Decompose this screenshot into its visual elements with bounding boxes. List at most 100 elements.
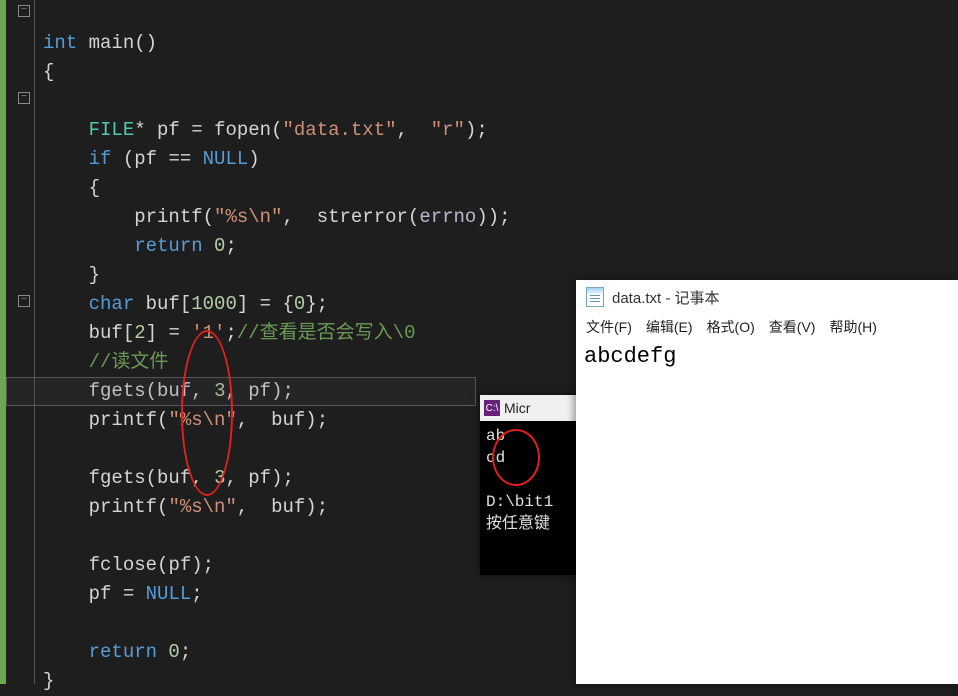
macro: errno <box>419 206 476 228</box>
op: = <box>180 119 214 141</box>
string: "data.txt" <box>282 119 396 141</box>
comma: , <box>237 409 271 431</box>
editor-gutter: − − − <box>0 0 35 684</box>
console-line: ab <box>486 427 505 445</box>
identifier: buf <box>157 467 191 489</box>
fold-minus-icon[interactable]: − <box>18 5 30 17</box>
paren: ( <box>203 206 214 228</box>
number: 0 <box>294 293 305 315</box>
code-area[interactable]: int main() { FILE* pf = fopen("data.txt"… <box>35 0 511 684</box>
paren: ); <box>305 496 328 518</box>
number: 0 <box>214 235 225 257</box>
type: FILE <box>43 119 134 141</box>
paren: ); <box>305 409 328 431</box>
console-window[interactable]: C:\ Micr ab cd D:\bit1 按任意键 <box>480 395 580 575</box>
function-call: strerror <box>317 206 408 228</box>
keyword: return <box>43 641 168 663</box>
identifier: pf <box>157 119 180 141</box>
menu-edit[interactable]: 编辑(E) <box>646 317 693 337</box>
number: 2 <box>134 322 145 344</box>
identifier: buf <box>271 496 305 518</box>
function-call: printf <box>43 496 157 518</box>
identifier: pf <box>134 148 157 170</box>
notepad-title-text: data.txt - 记事本 <box>612 287 720 308</box>
keyword: if <box>43 148 123 170</box>
paren: ); <box>191 554 214 576</box>
brace: } <box>43 264 100 286</box>
parens: () <box>134 32 157 54</box>
paren: ( <box>157 496 168 518</box>
op: * <box>134 119 157 141</box>
null: NULL <box>203 148 249 170</box>
identifier: pf <box>248 467 271 489</box>
function-call: fopen <box>214 119 271 141</box>
keyword: int <box>43 32 77 54</box>
comma: , <box>191 467 214 489</box>
fold-minus-icon[interactable]: − <box>18 295 30 307</box>
notepad-content[interactable]: abcdefg <box>576 340 958 373</box>
string: "%s\n" <box>214 206 282 228</box>
identifier: pf <box>43 583 111 605</box>
paren: ) <box>248 148 259 170</box>
string: "%s\n" <box>168 496 236 518</box>
menu-file[interactable]: 文件(F) <box>586 317 632 337</box>
brace: }; <box>305 293 328 315</box>
null: NULL <box>146 583 192 605</box>
number: 1000 <box>191 293 237 315</box>
notepad-window[interactable]: data.txt - 记事本 文件(F) 编辑(E) 格式(O) 查看(V) 帮… <box>576 280 958 684</box>
semi: ; <box>180 641 191 663</box>
notepad-menubar[interactable]: 文件(F) 编辑(E) 格式(O) 查看(V) 帮助(H) <box>576 314 958 340</box>
comment: //读文件 <box>43 351 168 373</box>
paren: ( <box>271 119 282 141</box>
menu-format[interactable]: 格式(O) <box>707 317 755 337</box>
keyword: return <box>43 235 214 257</box>
paren: ); <box>271 467 294 489</box>
function-name: main <box>77 32 134 54</box>
comma: , <box>282 206 316 228</box>
function-call: printf <box>43 206 203 228</box>
function-call: fgets <box>43 467 146 489</box>
paren: ( <box>408 206 419 228</box>
paren: ( <box>123 148 134 170</box>
string: "%s\n" <box>168 409 236 431</box>
comma: , <box>397 119 431 141</box>
string: "r" <box>431 119 465 141</box>
bracket: [ <box>123 322 134 344</box>
menu-help[interactable]: 帮助(H) <box>829 317 876 337</box>
fold-minus-icon[interactable]: − <box>18 92 30 104</box>
identifier: buf <box>271 409 305 431</box>
number: 3 <box>214 467 225 489</box>
bracket: ] = { <box>237 293 294 315</box>
change-marker <box>0 0 6 684</box>
menu-view[interactable]: 查看(V) <box>769 317 816 337</box>
paren: )); <box>476 206 510 228</box>
comma: , <box>237 496 271 518</box>
semi: ; <box>225 322 236 344</box>
number: 0 <box>168 641 179 663</box>
paren: ( <box>146 467 157 489</box>
notepad-icon <box>586 287 604 307</box>
current-line-highlight <box>6 377 476 406</box>
brace: { <box>43 61 54 83</box>
paren: ( <box>157 554 168 576</box>
semi: ; <box>191 583 202 605</box>
notepad-titlebar[interactable]: data.txt - 记事本 <box>576 280 958 314</box>
console-output: ab cd D:\bit1 按任意键 <box>480 421 580 539</box>
bracket: ] = <box>146 322 192 344</box>
semi: ; <box>225 235 236 257</box>
function-call: printf <box>43 409 157 431</box>
identifier: pf <box>168 554 191 576</box>
console-title-text: Micr <box>504 400 530 416</box>
op: = <box>111 583 145 605</box>
console-titlebar[interactable]: C:\ Micr <box>480 395 580 421</box>
identifier: buf <box>146 293 180 315</box>
brace: { <box>43 177 100 199</box>
console-line: cd <box>486 449 505 467</box>
console-line: 按任意键 <box>486 515 550 533</box>
op: == <box>157 148 203 170</box>
function-call: fclose <box>43 554 157 576</box>
keyword: char <box>43 293 146 315</box>
char-literal: '1' <box>191 322 225 344</box>
paren: ( <box>157 409 168 431</box>
identifier: buf <box>43 322 123 344</box>
